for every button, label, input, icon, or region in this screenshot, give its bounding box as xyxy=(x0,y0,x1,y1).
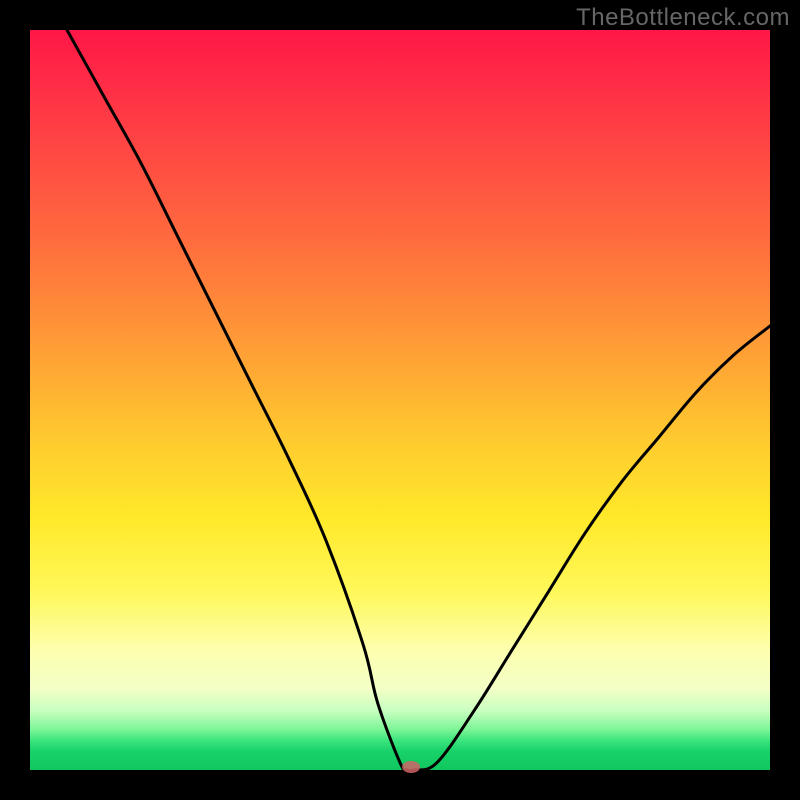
minimum-marker xyxy=(402,761,420,773)
watermark-text: TheBottleneck.com xyxy=(576,4,790,32)
curve-svg xyxy=(30,30,770,770)
chart-frame: TheBottleneck.com xyxy=(0,0,800,800)
plot-area xyxy=(30,30,770,770)
bottleneck-curve xyxy=(67,30,770,771)
